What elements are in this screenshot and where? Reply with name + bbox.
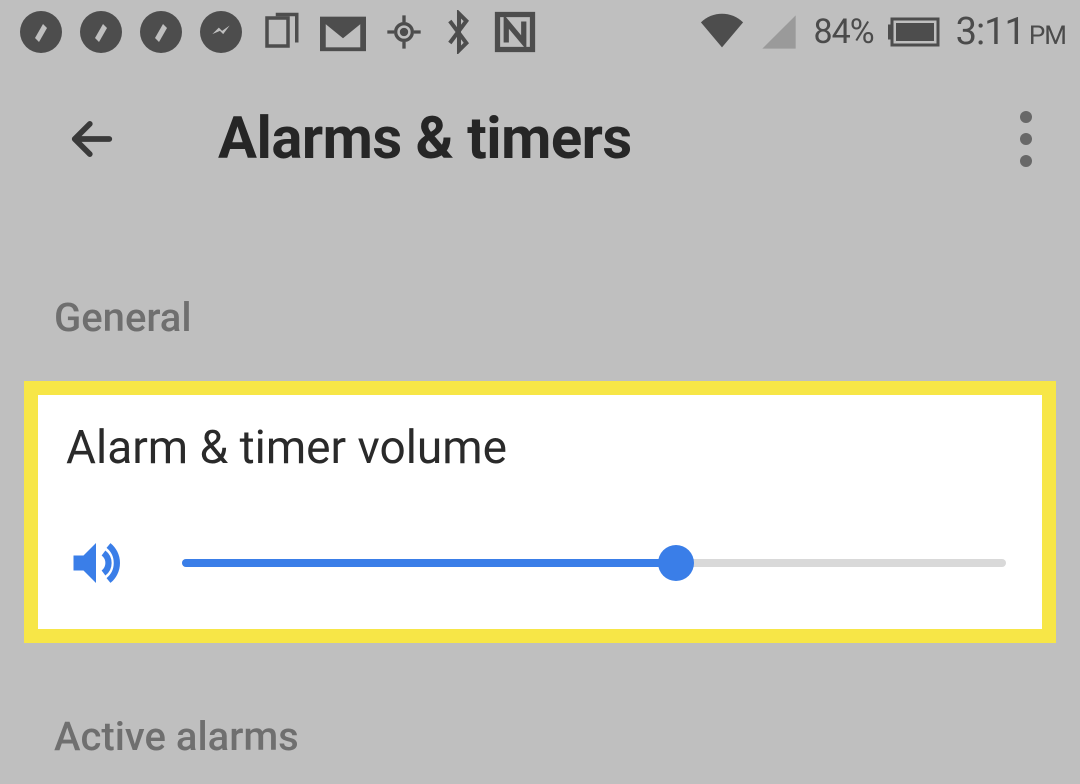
wifi-icon (699, 12, 745, 52)
volume-slider[interactable] (182, 543, 1006, 583)
slider-fill (182, 559, 676, 567)
volume-row (66, 533, 1014, 593)
clock-time: 3:11 (956, 10, 1025, 54)
slider-thumb[interactable] (658, 545, 694, 581)
overflow-menu-button[interactable] (1002, 99, 1050, 179)
gmail-icon (320, 12, 366, 52)
notification-icon-3 (140, 11, 182, 53)
page-title: Alarms & timers (218, 105, 632, 173)
location-icon (384, 12, 424, 52)
volume-card: Alarm & timer volume (38, 395, 1042, 629)
volume-card-title: Alarm & timer volume (66, 421, 1014, 475)
back-button[interactable] (62, 109, 122, 169)
notification-icon-2 (80, 11, 122, 53)
notification-icon-1 (20, 11, 62, 53)
status-left (20, 10, 536, 54)
clock-ampm: PM (1029, 21, 1066, 51)
cell-signal-icon (759, 12, 799, 52)
highlight-frame: Alarm & timer volume (24, 381, 1056, 643)
status-right: 84% 3:11PM (699, 10, 1066, 54)
app-bar: Alarms & timers (0, 64, 1080, 214)
status-bar: 84% 3:11PM (0, 0, 1080, 64)
battery-percentage: 84% (813, 12, 873, 52)
battery-icon (888, 17, 942, 47)
multiwindow-icon (260, 11, 302, 53)
nfc-icon (494, 11, 536, 53)
volume-icon (66, 533, 126, 593)
messenger-icon (200, 11, 242, 53)
bluetooth-icon (442, 10, 476, 54)
section-label-general: General (0, 214, 1080, 365)
section-label-active-alarms: Active alarms (0, 643, 1080, 784)
status-clock: 3:11PM (956, 10, 1066, 54)
